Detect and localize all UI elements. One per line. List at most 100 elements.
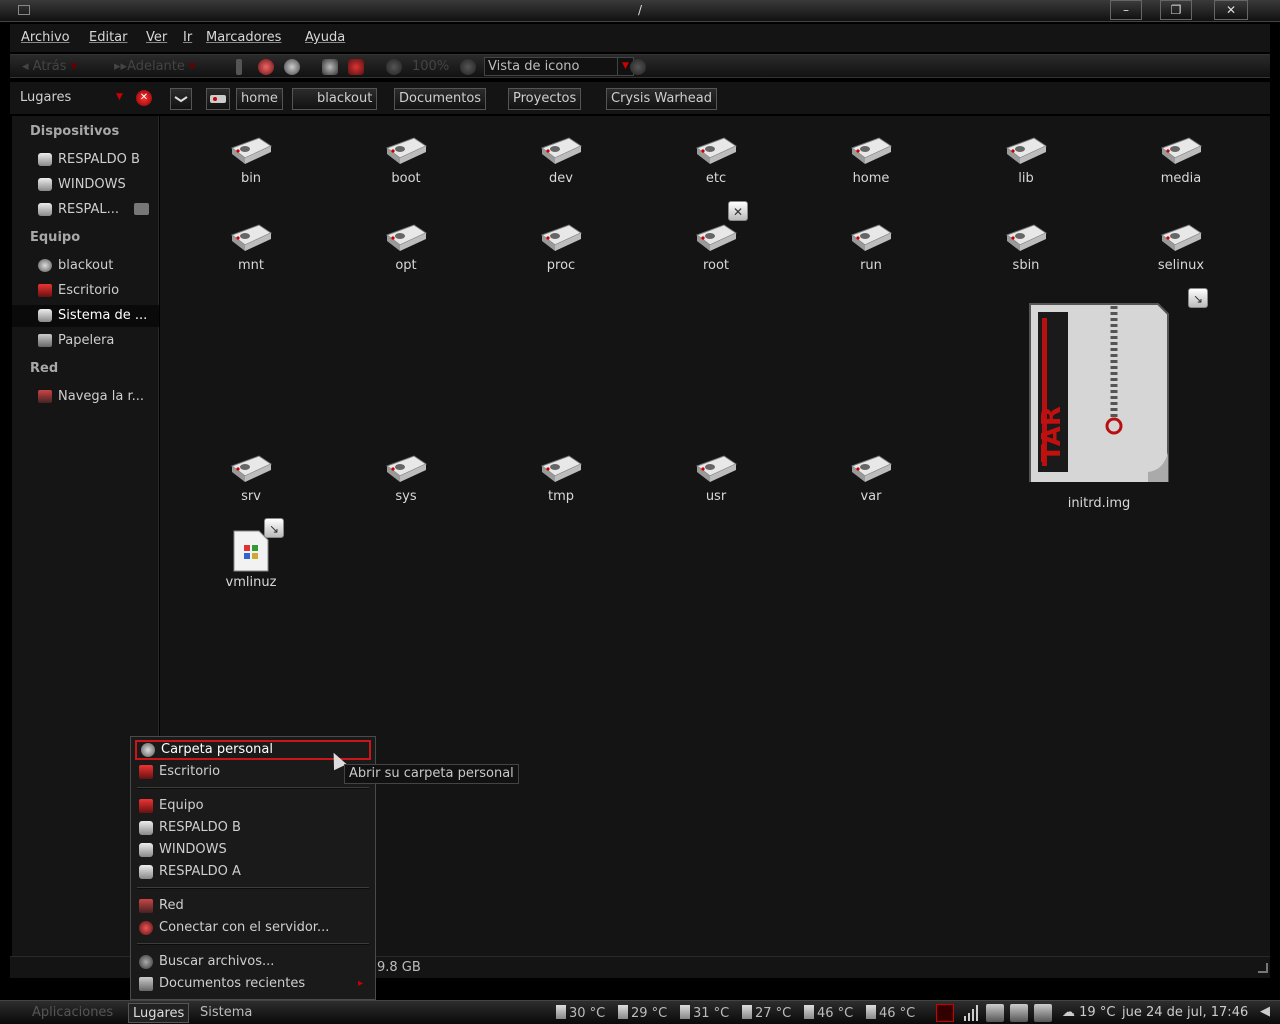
clock[interactable]: jue 24 de jul, 17:46 xyxy=(1122,1005,1248,1020)
drive-icon xyxy=(38,178,52,191)
zoom-in-icon[interactable] xyxy=(460,59,476,75)
file-vmlinuz[interactable]: vmlinuz xyxy=(191,530,311,590)
drive-folder-icon xyxy=(850,224,893,251)
folder-var[interactable]: var xyxy=(811,452,931,504)
resize-grip-icon[interactable] xyxy=(1258,963,1268,973)
back-button[interactable]: ◂ Atrás ▾ xyxy=(22,59,77,74)
menu-item-conectar-servidor[interactable]: Conectar con el servidor... xyxy=(135,918,371,938)
eject-icon[interactable] xyxy=(134,203,149,215)
folder-opt[interactable]: opt xyxy=(346,221,466,273)
sidebar-item-network[interactable]: Navega la r... xyxy=(12,386,159,408)
temperature-sensor[interactable]: 46 °C xyxy=(866,1005,915,1021)
crumb-crysis-warhead[interactable]: Crysis Warhead xyxy=(606,88,717,110)
folder-sbin[interactable]: sbin xyxy=(966,221,1086,273)
folder-selinux[interactable]: selinux xyxy=(1121,221,1241,273)
sidebar-item-windows[interactable]: WINDOWS xyxy=(12,174,159,196)
drive-icon xyxy=(38,153,52,166)
places-menu-button[interactable]: Lugares xyxy=(128,1003,190,1023)
folder-mnt[interactable]: mnt xyxy=(191,221,311,273)
location-bar: Lugares ▼ ✕ home blackout Documentos Pro… xyxy=(10,82,1270,114)
forward-button[interactable]: ▸▸Adelante ▾ xyxy=(114,59,196,74)
folder-proc[interactable]: proc xyxy=(501,221,621,273)
menu-item-buscar-archivos[interactable]: Buscar archivos... xyxy=(135,952,371,972)
zoom-out-icon[interactable] xyxy=(386,59,402,75)
menu-archivo[interactable]: Archivo xyxy=(21,30,70,45)
weather-applet[interactable]: ☁ 19 °C xyxy=(1062,1005,1115,1020)
folder-dev[interactable]: dev xyxy=(501,134,621,186)
folder-media[interactable]: media xyxy=(1121,134,1241,186)
sidebar-item-respaldo-b[interactable]: RESPALDO B xyxy=(12,149,159,171)
home-icon[interactable] xyxy=(322,59,338,75)
volume-icon[interactable]: ◀ xyxy=(1260,1004,1276,1022)
folder-run[interactable]: run xyxy=(811,221,931,273)
temperature-sensor[interactable]: 27 °C xyxy=(742,1005,791,1021)
temperature-sensor[interactable]: 30 °C xyxy=(556,1005,605,1021)
folder-lib[interactable]: lib xyxy=(966,134,1086,186)
crumb-documentos[interactable]: Documentos xyxy=(394,88,487,110)
menu-marcadores[interactable]: Marcadores xyxy=(206,30,281,45)
menu-item-respaldo-b[interactable]: RESPALDO B xyxy=(135,818,371,838)
folder-etc[interactable]: etc xyxy=(656,134,776,186)
computer-icon xyxy=(139,799,153,813)
crumb-root[interactable] xyxy=(206,88,230,110)
menu-item-equipo[interactable]: Equipo xyxy=(135,796,371,816)
temperature-sensor[interactable]: 29 °C xyxy=(618,1005,667,1021)
menu-editar[interactable]: Editar xyxy=(89,30,128,45)
tray-app-icon[interactable] xyxy=(1010,1004,1028,1022)
folder-root[interactable]: root xyxy=(656,221,776,273)
reload-icon[interactable] xyxy=(284,59,300,75)
menu-item-respaldo-a[interactable]: RESPALDO A xyxy=(135,862,371,882)
folder-srv[interactable]: srv xyxy=(191,452,311,504)
menu-ir[interactable]: Ir xyxy=(183,30,192,45)
system-menu-button[interactable]: Sistema xyxy=(196,1003,256,1023)
folder-home[interactable]: home xyxy=(811,134,931,186)
drive-folder-icon xyxy=(850,455,893,482)
folder-tmp[interactable]: tmp xyxy=(501,452,621,504)
sidebar-item-respaldo-a[interactable]: RESPAL... xyxy=(12,199,159,221)
menu-item-windows[interactable]: WINDOWS xyxy=(135,840,371,860)
drive-icon xyxy=(38,203,52,216)
notification-icon[interactable] xyxy=(936,1004,954,1022)
close-button[interactable]: ✕ xyxy=(1214,0,1248,20)
chevron-down-icon[interactable]: ▼ xyxy=(116,92,123,102)
sidebar-heading-devices: Dispositivos xyxy=(30,124,120,139)
stop-icon[interactable] xyxy=(258,59,274,75)
crumb-home[interactable]: home xyxy=(236,88,283,110)
drive-folder-icon xyxy=(1160,137,1203,164)
places-selector[interactable]: Lugares xyxy=(20,90,71,105)
temperature-sensor[interactable]: 31 °C xyxy=(680,1005,729,1021)
crumb-proyectos[interactable]: Proyectos xyxy=(508,88,582,110)
tray-app-icon[interactable] xyxy=(986,1004,1004,1022)
menu-ver[interactable]: Ver xyxy=(146,30,167,45)
applications-menu-button[interactable]: Aplicaciones xyxy=(4,1003,117,1023)
file-label: etc xyxy=(705,171,727,186)
file-label: usr xyxy=(705,489,727,504)
folder-bin[interactable]: bin xyxy=(191,134,311,186)
tray-app-icon[interactable] xyxy=(1034,1004,1052,1022)
toggle-path-button[interactable] xyxy=(170,88,192,110)
folder-usr[interactable]: usr xyxy=(656,452,776,504)
sidebar-item-escritorio[interactable]: Escritorio xyxy=(12,280,159,302)
folder-sys[interactable]: sys xyxy=(346,452,466,504)
sidebar-item-papelera[interactable]: Papelera xyxy=(12,330,159,352)
file-label: dev xyxy=(549,171,573,186)
close-sidebar-icon[interactable]: ✕ xyxy=(136,90,152,106)
up-icon[interactable] xyxy=(236,59,242,75)
signal-strength-icon[interactable] xyxy=(962,1004,980,1022)
maximize-button[interactable]: ❐ xyxy=(1160,0,1192,20)
menu-item-red[interactable]: Red xyxy=(135,896,371,916)
cloud-icon: ☁ xyxy=(1062,1005,1075,1020)
crumb-blackout[interactable]: blackout xyxy=(292,88,378,110)
sidebar-item-sistema[interactable]: Sistema de ... xyxy=(12,305,159,327)
menu-ayuda[interactable]: Ayuda xyxy=(305,30,345,45)
temperature-sensor[interactable]: 46 °C xyxy=(804,1005,853,1021)
view-mode-select[interactable]: Vista de icono ▼ xyxy=(484,57,634,76)
sidebar-item-blackout[interactable]: blackout xyxy=(12,255,159,277)
zoom-level[interactable]: 100% xyxy=(412,59,449,74)
search-icon[interactable] xyxy=(630,59,646,75)
folder-boot[interactable]: boot xyxy=(346,134,466,186)
minimize-button[interactable]: – xyxy=(1110,0,1142,20)
menu-item-documentos-recientes[interactable]: Documentos recientes ▸ xyxy=(135,974,371,994)
file-initrd-img[interactable]: TAR initrd.img xyxy=(1028,302,1170,511)
computer-icon[interactable] xyxy=(348,59,364,75)
